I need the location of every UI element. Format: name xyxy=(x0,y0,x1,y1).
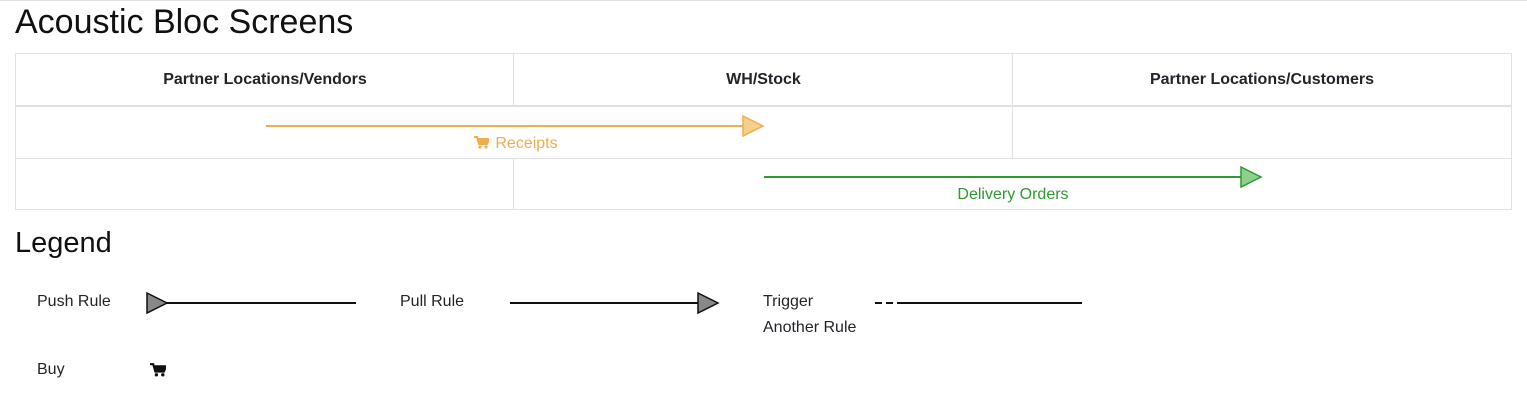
legend-buy-label: Buy xyxy=(37,361,65,378)
receipts-label: Receipts xyxy=(495,135,558,152)
legend-push-rule-label: Push Rule xyxy=(37,293,111,310)
cart-icon xyxy=(474,136,491,149)
pull-rule-arrow-icon xyxy=(510,291,720,315)
legend-trigger-line2: Another Rule xyxy=(763,319,857,336)
trigger-rule-line-icon xyxy=(875,302,1082,304)
delivery-orders-arrow xyxy=(764,165,1263,189)
page-title: Acoustic Bloc Screens xyxy=(15,3,354,41)
legend-trigger-label: Trigger Another Rule xyxy=(763,289,856,341)
push-rule-arrow-icon xyxy=(146,291,356,315)
delivery-orders-label: Delivery Orders xyxy=(957,186,1069,203)
legend-title: Legend xyxy=(15,227,112,259)
route-table: Partner Locations/Vendors WH/Stock Partn… xyxy=(15,53,1512,210)
legend-pull-rule-label: Pull Rule xyxy=(400,293,465,310)
legend-trigger-line1: Trigger xyxy=(763,293,814,310)
receipts-flow: Receipts xyxy=(456,135,576,153)
cart-icon xyxy=(150,363,166,377)
receipts-arrow xyxy=(266,114,765,138)
flow-arrows xyxy=(266,114,1263,189)
